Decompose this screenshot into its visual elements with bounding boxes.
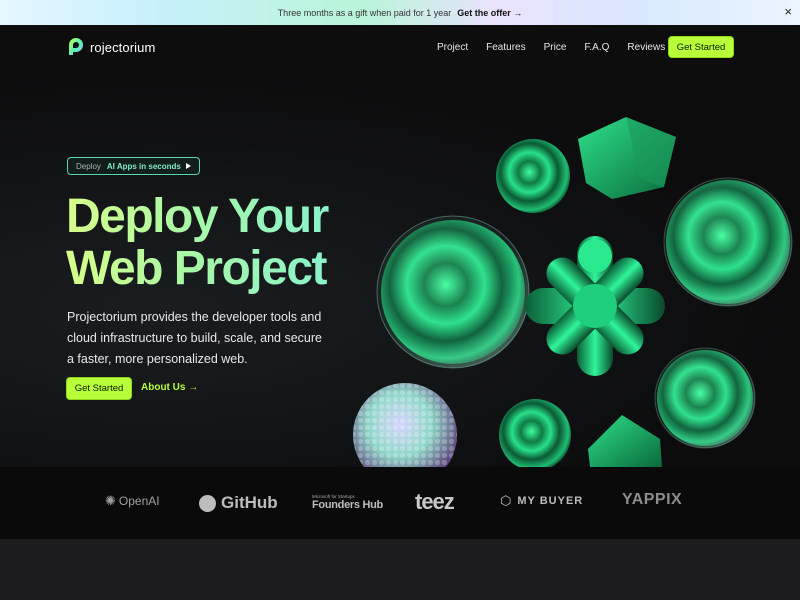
- logo-openai-text: OpenAI: [118, 494, 160, 508]
- logo-teez: teez: [415, 489, 455, 514]
- announcement-text: Three months as a gift when paid for 1 y…: [277, 7, 452, 18]
- header-get-started-button[interactable]: Get Started: [668, 36, 734, 58]
- nav-reviews[interactable]: Reviews: [627, 42, 665, 53]
- chip-highlight: AI Apps in seconds: [106, 161, 181, 171]
- announcement-bar: Three months as a gift when paid for 1 y…: [0, 0, 800, 25]
- hero-get-started-button[interactable]: Get Started: [66, 377, 132, 400]
- nav-price[interactable]: Price: [544, 42, 567, 53]
- close-icon[interactable]: ×: [784, 5, 792, 19]
- about-us-link[interactable]: About Us →: [141, 382, 198, 393]
- hero-title-line-1: Deploy Your: [66, 190, 328, 243]
- hero-title: Deploy Your Web Project: [66, 191, 386, 295]
- play-icon: [185, 163, 191, 169]
- about-us-label: About Us: [141, 382, 186, 393]
- nav-features[interactable]: Features: [486, 42, 525, 53]
- nav-project[interactable]: Project: [437, 42, 468, 53]
- mybuyer-icon: ⬡: [500, 493, 513, 508]
- github-icon: [199, 494, 216, 512]
- projectorium-logo-icon: [69, 38, 83, 55]
- hero-section: Deploy AI Apps in seconds Deploy Your We…: [0, 69, 800, 467]
- openai-icon: ✺: [105, 493, 116, 508]
- nav-faq[interactable]: F.A.Q: [584, 42, 609, 53]
- get-offer-label: Get the offer: [457, 7, 511, 18]
- logo-mybuyer: ⬡ MY BUYER: [500, 493, 583, 509]
- main-nav: Project Features Price F.A.Q Reviews: [437, 42, 665, 53]
- brand-logo[interactable]: rojectorium: [66, 37, 155, 57]
- brand-name: rojectorium: [90, 39, 156, 55]
- site-header: rojectorium Project Features Price F.A.Q…: [0, 25, 800, 69]
- chip-lead: Deploy: [76, 161, 101, 171]
- logo-openai: ✺ OpenAI: [105, 493, 160, 509]
- next-section: [0, 539, 800, 600]
- get-offer-link[interactable]: Get the offer →: [457, 8, 522, 18]
- arrow-right-icon: →: [188, 382, 199, 393]
- hero-title-line-2: Web Project: [66, 242, 327, 295]
- logo-founders-big: Founders Hub: [312, 499, 383, 511]
- logo-founders-hub: Microsoft for Startups Founders Hub: [312, 494, 383, 511]
- logo-mybuyer-text: MY BUYER: [517, 495, 584, 507]
- logo-yappix: YAPPIX: [622, 491, 683, 508]
- logo-github-text: GitHub: [221, 493, 278, 512]
- deploy-chip[interactable]: Deploy AI Apps in seconds: [67, 157, 200, 175]
- hero-description: Projectorium provides the developer tool…: [67, 310, 322, 366]
- hero-3d-illustration: [353, 117, 793, 467]
- logo-github: GitHub: [199, 493, 278, 513]
- partner-logos: ✺ OpenAI GitHub Microsoft for Startups F…: [0, 467, 800, 539]
- arrow-right-icon: →: [513, 7, 523, 18]
